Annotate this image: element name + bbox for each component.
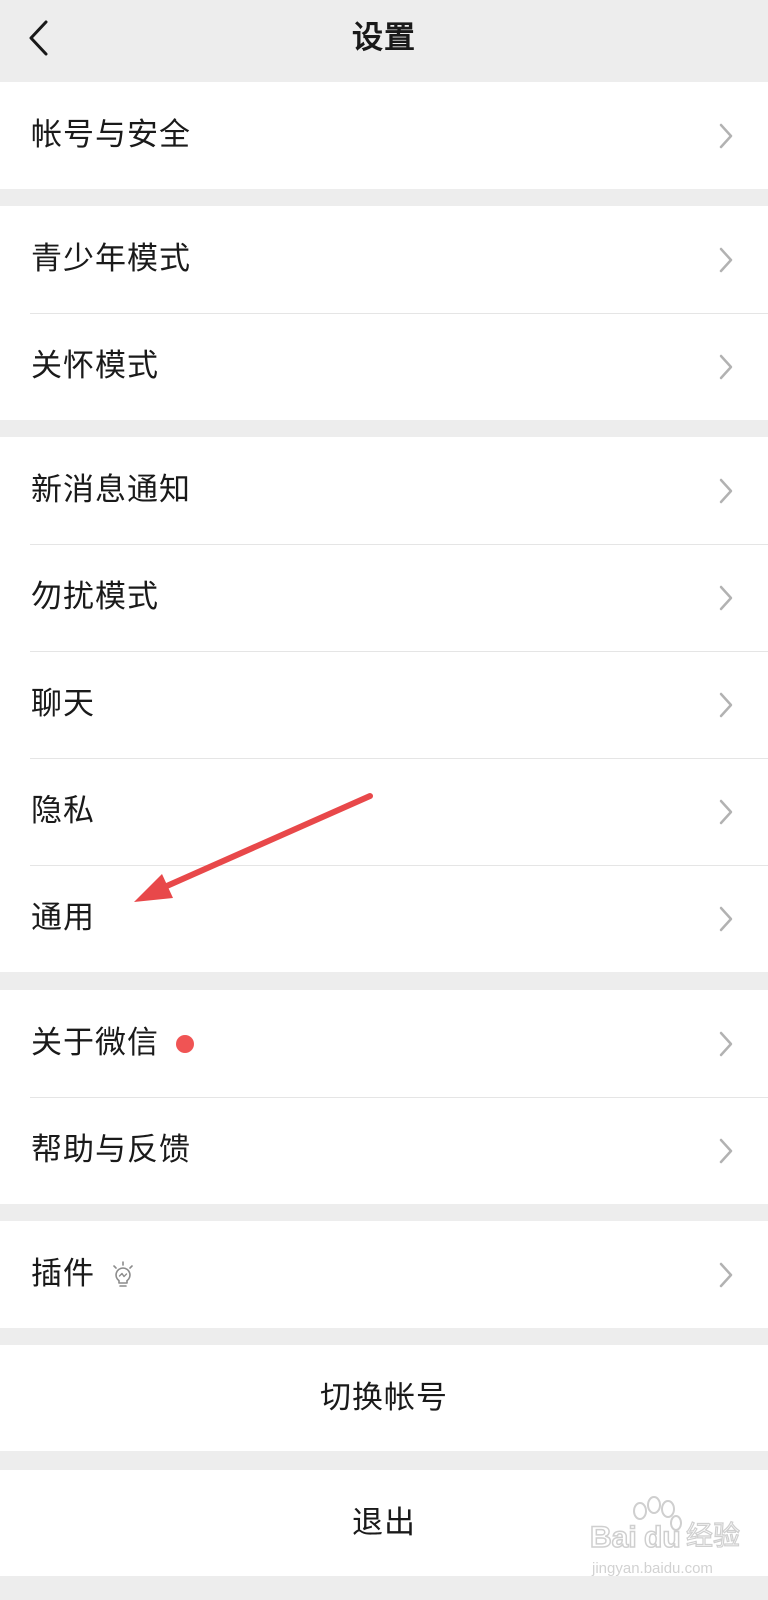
nav-bar: 设置 (0, 0, 768, 82)
settings-item-notifications[interactable]: 新消息通知 (0, 437, 768, 544)
chevron-right-icon (719, 799, 733, 825)
page-title: 设置 (352, 20, 416, 56)
settings-group-about: 关于微信 帮助与反馈 (0, 990, 768, 1204)
settings-item-do-not-disturb[interactable]: 勿扰模式 (0, 544, 768, 651)
chevron-right-icon (719, 1031, 733, 1057)
settings-group-plugins: 插件 (0, 1221, 768, 1328)
settings-item-plugins[interactable]: 插件 (0, 1221, 768, 1328)
settings-item-label: 通用 (31, 900, 95, 936)
settings-item-chat[interactable]: 聊天 (0, 651, 768, 758)
chevron-right-icon (719, 247, 733, 273)
switch-account-button[interactable]: 切换帐号 (0, 1345, 768, 1451)
settings-item-label: 插件 (31, 1256, 95, 1292)
settings-item-label: 帮助与反馈 (31, 1132, 191, 1168)
settings-group-general: 新消息通知 勿扰模式 聊天 隐私 通用 (0, 437, 768, 972)
settings-item-label: 聊天 (31, 686, 95, 722)
settings-item-label: 勿扰模式 (31, 579, 159, 615)
settings-item-about-wechat[interactable]: 关于微信 (0, 990, 768, 1097)
lightbulb-icon (113, 1261, 133, 1287)
settings-item-account-security[interactable]: 帐号与安全 (0, 82, 768, 189)
chevron-right-icon (719, 1138, 733, 1164)
settings-item-general[interactable]: 通用 (0, 865, 768, 972)
chevron-right-icon (719, 123, 733, 149)
settings-item-label: 青少年模式 (31, 241, 191, 277)
settings-item-label: 帐号与安全 (31, 117, 191, 153)
settings-item-label: 关于微信 (31, 1025, 159, 1061)
settings-item-care-mode[interactable]: 关怀模式 (0, 313, 768, 420)
settings-item-privacy[interactable]: 隐私 (0, 758, 768, 865)
red-dot-badge (176, 1035, 194, 1053)
chevron-right-icon (719, 906, 733, 932)
settings-group-account: 帐号与安全 (0, 82, 768, 189)
chevron-right-icon (719, 585, 733, 611)
settings-item-teen-mode[interactable]: 青少年模式 (0, 206, 768, 313)
chevron-right-icon (719, 478, 733, 504)
settings-group-modes: 青少年模式 关怀模式 (0, 206, 768, 420)
settings-item-label: 新消息通知 (31, 472, 191, 508)
settings-item-help-feedback[interactable]: 帮助与反馈 (0, 1097, 768, 1204)
chevron-right-icon (719, 354, 733, 380)
settings-item-label: 关怀模式 (31, 348, 159, 384)
chevron-right-icon (719, 1262, 733, 1288)
chevron-right-icon (719, 692, 733, 718)
settings-item-label: 隐私 (31, 793, 95, 829)
logout-button[interactable]: 退出 (0, 1470, 768, 1576)
